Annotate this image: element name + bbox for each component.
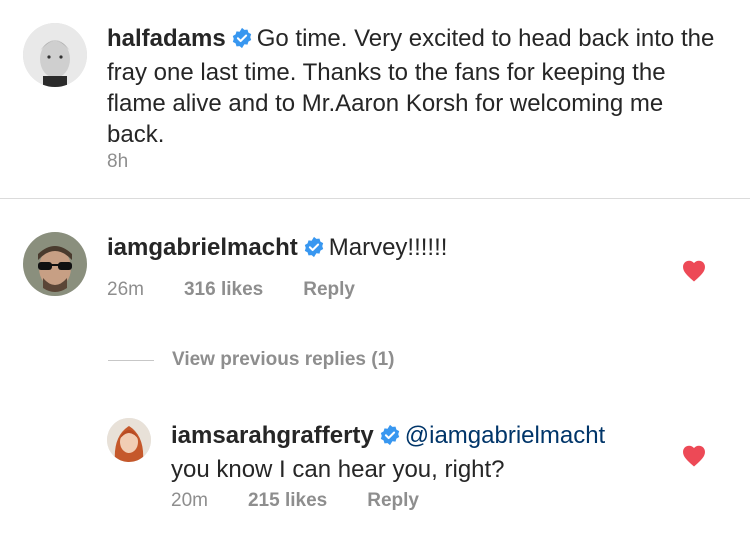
replies-divider-line <box>108 359 154 361</box>
reply-body: you know I can hear you, right? <box>171 456 505 483</box>
avatar-iamsarahgrafferty[interactable] <box>107 418 151 462</box>
reply-likes[interactable]: 215 likes <box>248 490 327 511</box>
like-heart-icon[interactable] <box>681 259 707 287</box>
caption-time: 8h <box>107 151 129 172</box>
avatar-halfadams[interactable] <box>23 23 87 87</box>
verified-badge-icon <box>231 26 253 57</box>
view-replies-label[interactable]: View previous replies (1) <box>172 349 394 371</box>
profile-photo-icon <box>107 418 151 462</box>
reply-button[interactable]: Reply <box>367 490 419 511</box>
reply-mention-link[interactable]: @iamgabrielmacht <box>405 422 605 449</box>
caption-username[interactable]: halfadams <box>107 25 226 52</box>
caption-meta: 8h <box>107 151 168 173</box>
comment-time: 26m <box>107 279 144 300</box>
verified-badge-icon <box>379 423 401 454</box>
view-previous-replies[interactable]: View previous replies (1) <box>108 346 394 374</box>
reply-meta: 20m 215 likes Reply <box>171 490 459 512</box>
post-caption: halfadams Go time. Very excited to head b… <box>0 0 750 198</box>
caption-text-block: halfadams Go time. Very excited to head b… <box>107 23 727 150</box>
divider <box>0 198 750 199</box>
like-heart-icon[interactable] <box>681 444 707 472</box>
comment-body: Marvey!!!!!! <box>328 234 448 261</box>
comment-likes[interactable]: 316 likes <box>184 279 263 300</box>
reply-time: 20m <box>171 490 208 511</box>
comment-username[interactable]: iamgabrielmacht <box>107 234 298 261</box>
avatar-iamgabrielmacht[interactable] <box>23 232 87 296</box>
profile-photo-icon <box>23 232 87 296</box>
reply-username[interactable]: iamsarahgrafferty <box>171 422 374 449</box>
verified-badge-icon <box>303 235 325 266</box>
comment-meta: 26m 316 likes Reply <box>107 279 395 301</box>
profile-photo-icon <box>23 23 87 87</box>
reply-button[interactable]: Reply <box>303 279 355 300</box>
reply-text-block: iamsarahgrafferty @iamgabrielmacht you kno… <box>171 420 651 485</box>
comment-text-block: iamgabrielmacht Marvey!!!!!! <box>107 232 447 266</box>
